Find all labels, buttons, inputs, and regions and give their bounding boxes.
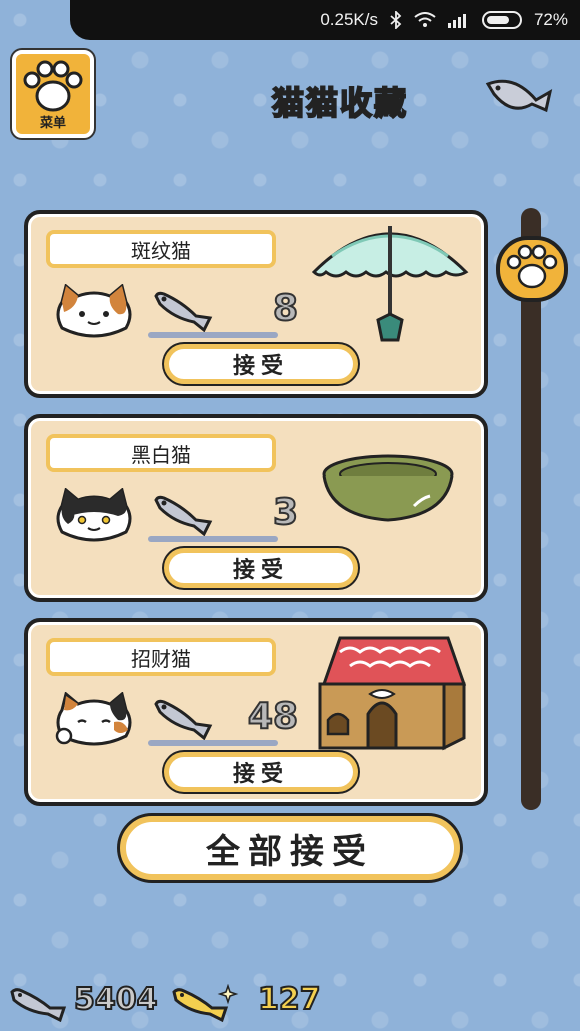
silver-fish-icon <box>10 988 67 1022</box>
fish-icon <box>485 79 553 113</box>
paw-icon <box>506 244 558 289</box>
cat-name: 黑白猫 <box>46 434 276 472</box>
fish-icon <box>154 699 213 740</box>
lucky-cat-icon <box>55 692 132 746</box>
gift-card: 斑纹猫 8 接受 <box>24 210 488 398</box>
battery-level: 72% <box>533 10 568 29</box>
paw-icon <box>23 60 83 112</box>
menu-label: 菜单 <box>39 116 66 131</box>
signal-icon <box>447 12 470 28</box>
umbrella-icon <box>311 226 469 342</box>
fish-underline <box>148 332 278 338</box>
fish-count: 48 <box>247 695 299 738</box>
status-bar: 0.25K/s 72% <box>70 0 580 40</box>
net-speed: 0.25K/s <box>320 10 378 29</box>
fish-icon <box>154 495 213 536</box>
gold-fish-total: 127 <box>257 981 322 1018</box>
fish-icon <box>154 291 213 332</box>
fish-underline <box>148 536 278 542</box>
fish-reward: 8 <box>148 280 299 340</box>
bowl-icon <box>322 454 454 522</box>
cat-name: 斑纹猫 <box>46 230 276 268</box>
fish-reward: 48 <box>148 688 299 748</box>
page-title: 猫猫收藏 <box>271 83 409 123</box>
wifi-icon <box>414 12 436 28</box>
cat-name: 招财猫 <box>46 638 276 676</box>
accept-button[interactable]: 接受 <box>164 548 358 588</box>
calico-cat-icon <box>56 284 132 338</box>
fish-count: 3 <box>272 491 299 534</box>
silver-fish-total: 5404 <box>73 981 158 1018</box>
gift-card: 招财猫 48 接受 <box>24 618 488 806</box>
gift-card: 黑白猫 3 接受 <box>24 414 488 602</box>
fish-reward: 3 <box>148 484 299 544</box>
accept-button[interactable]: 接受 <box>164 752 358 792</box>
fish-count: 8 <box>272 287 299 330</box>
accept-all-button[interactable]: 全部接受 <box>120 816 460 880</box>
tuxedo-cat-icon <box>56 488 132 542</box>
scrollbar-thumb[interactable] <box>496 236 568 302</box>
fish-underline <box>148 740 278 746</box>
gold-fish-icon <box>172 984 239 1023</box>
bluetooth-icon <box>390 11 402 29</box>
menu-button[interactable]: 菜单 <box>12 50 94 138</box>
currency-bar: 5404 127 <box>0 978 580 1031</box>
battery-icon <box>481 11 522 29</box>
cat-house-icon <box>318 636 467 751</box>
accept-button[interactable]: 接受 <box>164 344 358 384</box>
